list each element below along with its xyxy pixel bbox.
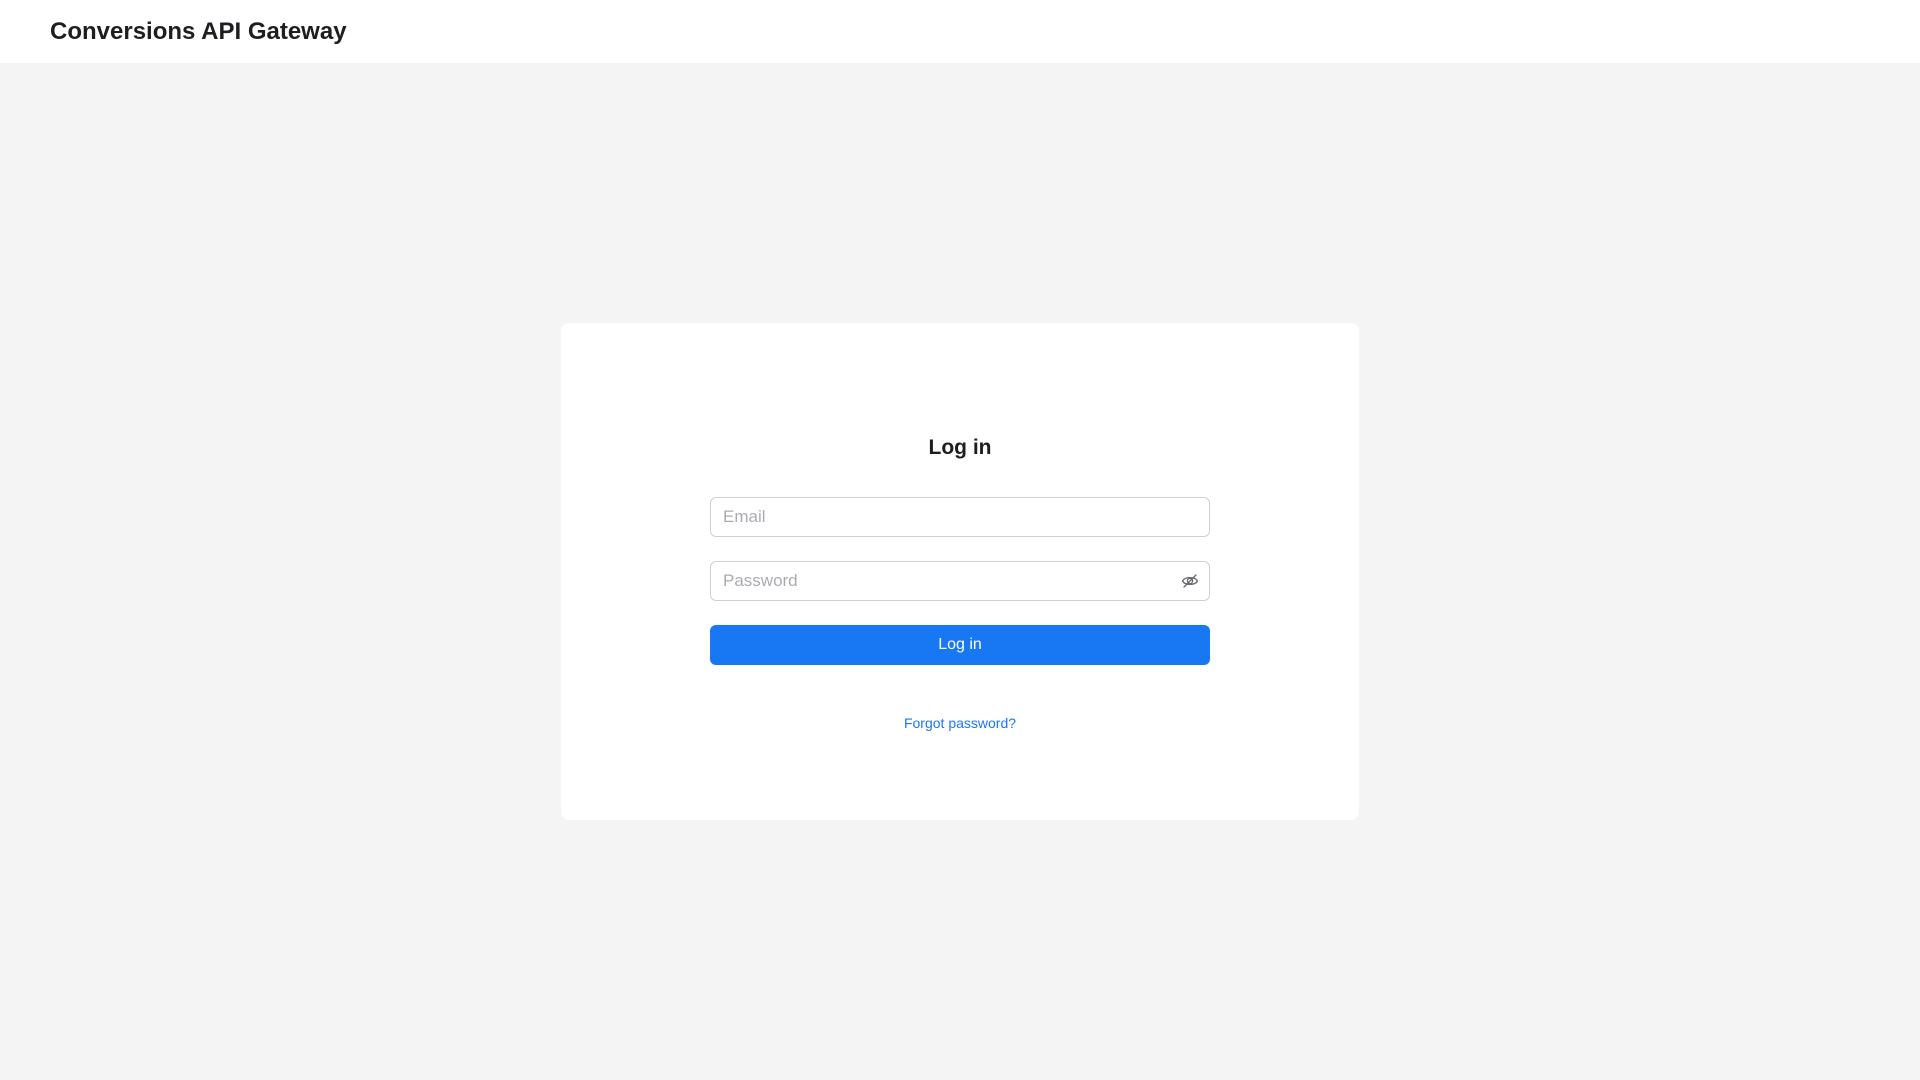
login-card: Log in Log in Forgot password? <box>561 323 1359 820</box>
top-header: Conversions API Gateway <box>0 0 1920 63</box>
password-field[interactable] <box>723 562 1163 600</box>
app-title: Conversions API Gateway <box>50 18 347 45</box>
forgot-password-row: Forgot password? <box>561 715 1359 731</box>
eye-slash-icon[interactable] <box>1181 572 1199 590</box>
password-field-wrapper <box>710 561 1210 601</box>
forgot-password-link[interactable]: Forgot password? <box>904 715 1016 731</box>
login-button[interactable]: Log in <box>710 625 1210 665</box>
email-field-wrapper <box>710 497 1210 537</box>
login-title: Log in <box>928 436 992 459</box>
email-field[interactable] <box>723 498 1197 536</box>
